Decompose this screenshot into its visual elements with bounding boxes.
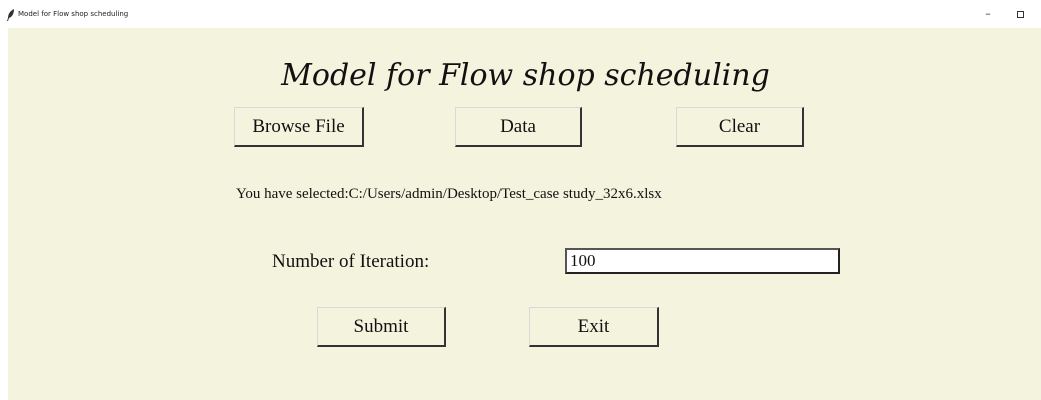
- data-button[interactable]: Data: [455, 107, 582, 147]
- maximize-button[interactable]: [1010, 5, 1030, 23]
- iteration-input[interactable]: [565, 248, 840, 274]
- title-bar: Model for Flow shop scheduling –: [0, 0, 1041, 28]
- window-title: Model for Flow shop scheduling: [18, 10, 129, 18]
- maximize-icon: [1016, 10, 1024, 18]
- minimize-button[interactable]: –: [978, 5, 998, 23]
- iteration-label: Number of Iteration:: [272, 251, 430, 272]
- browse-file-button[interactable]: Browse File: [234, 107, 364, 147]
- clear-button[interactable]: Clear: [676, 107, 804, 147]
- submit-button[interactable]: Submit: [317, 307, 446, 347]
- selected-file-label: You have selected:C:/Users/admin/Desktop…: [236, 186, 662, 202]
- page-title: Model for Flow shop scheduling: [281, 58, 770, 93]
- feather-icon: [7, 9, 14, 21]
- exit-button[interactable]: Exit: [529, 307, 659, 347]
